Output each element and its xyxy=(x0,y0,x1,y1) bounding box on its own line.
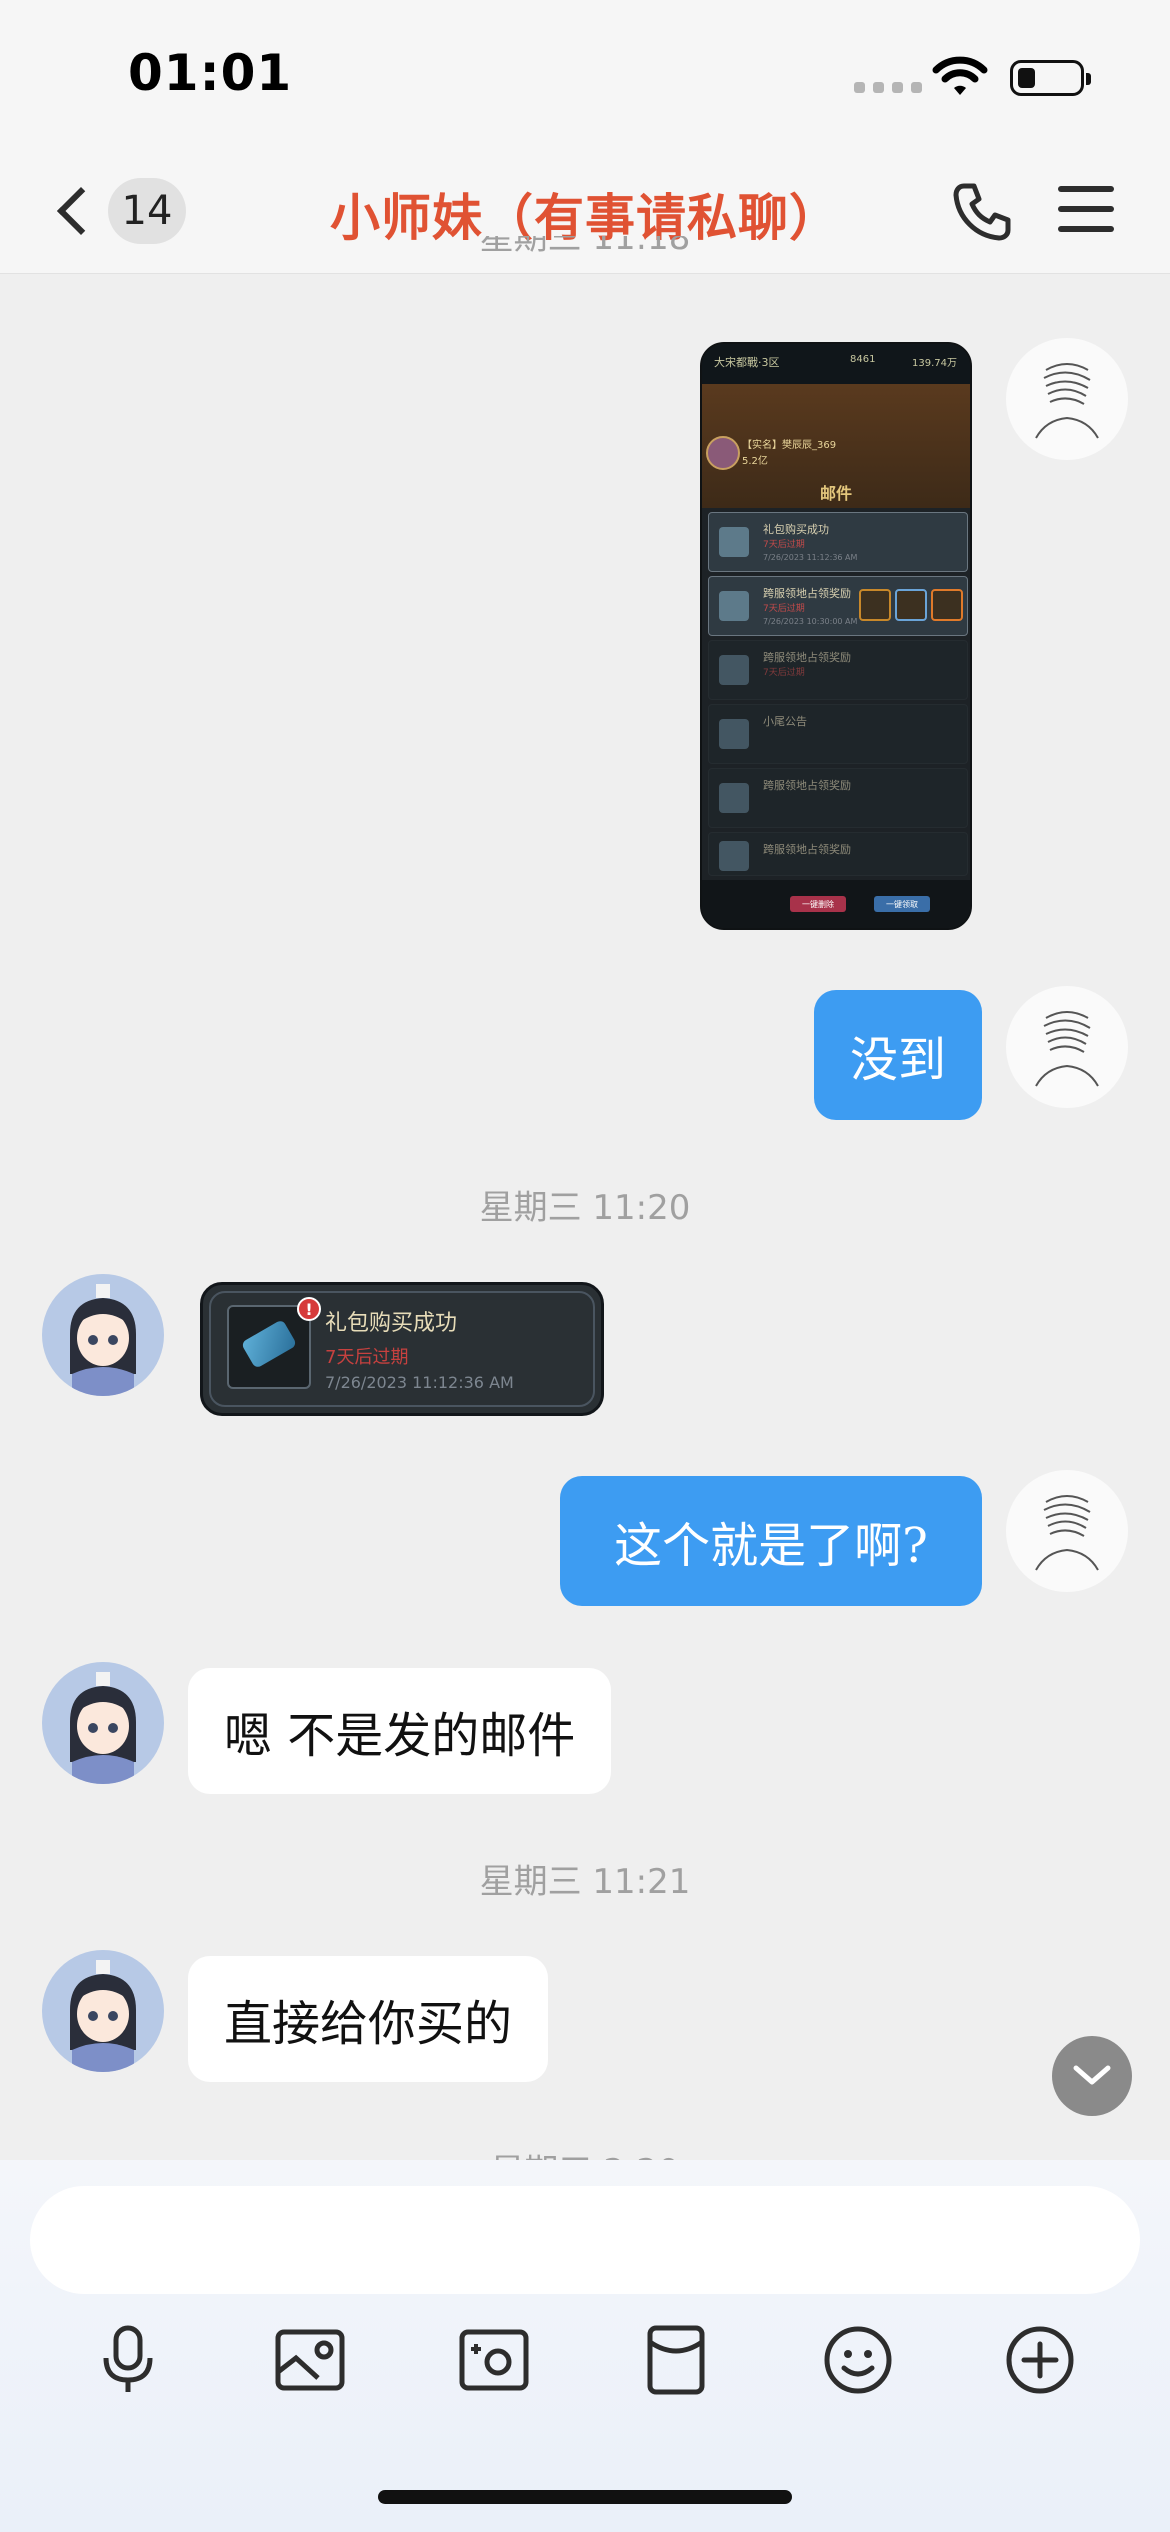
game-bottom-bar: 一键删除 一键领取 xyxy=(702,880,970,928)
reward-item-icon xyxy=(859,589,891,621)
gift-icon xyxy=(719,719,749,749)
emoji-button[interactable] xyxy=(816,2318,900,2402)
home-indicator[interactable] xyxy=(378,2490,792,2504)
timestamp-partial-top: 星期三 11:18 xyxy=(479,236,691,258)
game-topbar: 大宋都戰·3区 8461 139.74万 xyxy=(702,344,970,384)
contact-avatar[interactable] xyxy=(42,1662,164,1784)
game-currency-a: 8461 xyxy=(850,354,876,365)
game-currency-b: 139.74万 xyxy=(912,358,957,369)
gift-icon xyxy=(227,1305,311,1389)
scroll-to-bottom-button[interactable] xyxy=(1052,2036,1132,2116)
game-player-name: 【实名】樊辰辰_369 xyxy=(742,440,837,451)
timestamp: 星期三 11:20 xyxy=(479,1188,691,1228)
status-time: 01:01 xyxy=(128,44,293,102)
phone-icon[interactable] xyxy=(950,180,1014,244)
anime-girl-avatar-icon xyxy=(70,1672,136,1784)
reward-item-icon xyxy=(931,589,963,621)
sketch-avatar-icon xyxy=(1035,1011,1099,1087)
camera-icon xyxy=(459,2329,529,2391)
timestamp: 星期三 11:21 xyxy=(479,1862,691,1902)
gift-icon xyxy=(719,591,749,621)
gift-icon xyxy=(719,841,749,871)
gift-icon xyxy=(719,527,749,557)
gift-icon xyxy=(719,655,749,685)
game-player-power: 5.2亿 xyxy=(742,456,768,467)
chevron-left-icon xyxy=(56,186,106,236)
more-button[interactable] xyxy=(998,2318,1082,2402)
my-avatar[interactable] xyxy=(1006,338,1128,460)
timestamp-partial-bottom: 星期五 2:20 xyxy=(0,2136,1170,2160)
emoji-icon xyxy=(824,2326,892,2394)
message-bubble-received[interactable]: 直接给你买的 xyxy=(188,1956,549,2082)
status-bar: 01:01 xyxy=(0,0,1170,150)
camera-button[interactable] xyxy=(452,2318,536,2402)
contact-avatar[interactable] xyxy=(42,1274,164,1396)
game-mail-row: 小尾公告 xyxy=(708,704,968,764)
anime-girl-avatar-icon xyxy=(70,1960,136,2072)
game-mail-row: 跨服领地占领奖励 xyxy=(708,832,968,876)
my-avatar[interactable] xyxy=(1006,1470,1128,1592)
input-toolbar xyxy=(0,2318,1170,2402)
notification-title: 礼包购买成功 xyxy=(325,1311,458,1336)
game-banner: 【实名】樊辰辰_369 5.2亿 邮件 xyxy=(702,384,970,508)
notification-date: 7/26/2023 11:12:36 AM xyxy=(325,1373,514,1392)
album-button[interactable] xyxy=(268,2318,352,2402)
notification-expiry: 7天后过期 xyxy=(325,1347,409,1368)
chevron-down-icon xyxy=(1073,2065,1111,2085)
game-claim-all-button: 一键领取 xyxy=(874,896,930,912)
message-input[interactable] xyxy=(30,2186,1140,2294)
message-bubble-sent[interactable]: 没到 xyxy=(814,990,982,1120)
unread-badge: 14 xyxy=(108,178,186,244)
message-bubble-sent[interactable]: 这个就是了啊? xyxy=(560,1476,982,1606)
game-mail-row: 跨服领地占领奖励 7天后过期 7/26/2023 10:30:00 AM xyxy=(708,576,968,636)
game-delete-all-button: 一键删除 xyxy=(790,896,846,912)
sketch-avatar-icon xyxy=(1035,1495,1099,1571)
microphone-icon xyxy=(103,2325,153,2392)
plus-icon xyxy=(1006,2326,1074,2394)
voice-button[interactable] xyxy=(86,2318,170,2402)
game-notification-image[interactable]: ! 礼包购买成功 7天后过期 7/26/2023 11:12:36 AM xyxy=(200,1282,604,1416)
battery-icon xyxy=(1010,60,1091,96)
alert-icon: ! xyxy=(297,1297,321,1321)
image-icon xyxy=(275,2329,345,2391)
contact-avatar[interactable] xyxy=(42,1950,164,2072)
game-mail-row: 跨服领地占领奖励 7天后过期 xyxy=(708,640,968,700)
game-mail-row: 跨服领地占领奖励 xyxy=(708,768,968,828)
game-server-label: 大宋都戰·3区 xyxy=(714,356,780,369)
game-mail-title: 邮件 xyxy=(819,484,852,503)
reward-item-icon xyxy=(895,589,927,621)
anime-girl-avatar-icon xyxy=(70,1284,136,1396)
back-button[interactable]: 14 xyxy=(50,178,186,244)
game-mail-screenshot[interactable]: 大宋都戰·3区 8461 139.74万 【实名】樊辰辰_369 5.2亿 邮件… xyxy=(700,342,972,930)
message-bubble-received[interactable]: 嗯 不是发的邮件 xyxy=(188,1668,612,1794)
red-packet-icon xyxy=(647,2325,705,2395)
game-portrait xyxy=(706,436,740,470)
wifi-icon xyxy=(932,56,988,95)
my-avatar[interactable] xyxy=(1006,986,1128,1108)
red-packet-button[interactable] xyxy=(634,2318,718,2402)
game-mail-row: 礼包购买成功 7天后过期 7/26/2023 11:12:36 AM xyxy=(708,512,968,572)
signal-icon xyxy=(854,82,922,93)
gift-icon xyxy=(719,783,749,813)
sketch-avatar-icon xyxy=(1035,363,1099,439)
